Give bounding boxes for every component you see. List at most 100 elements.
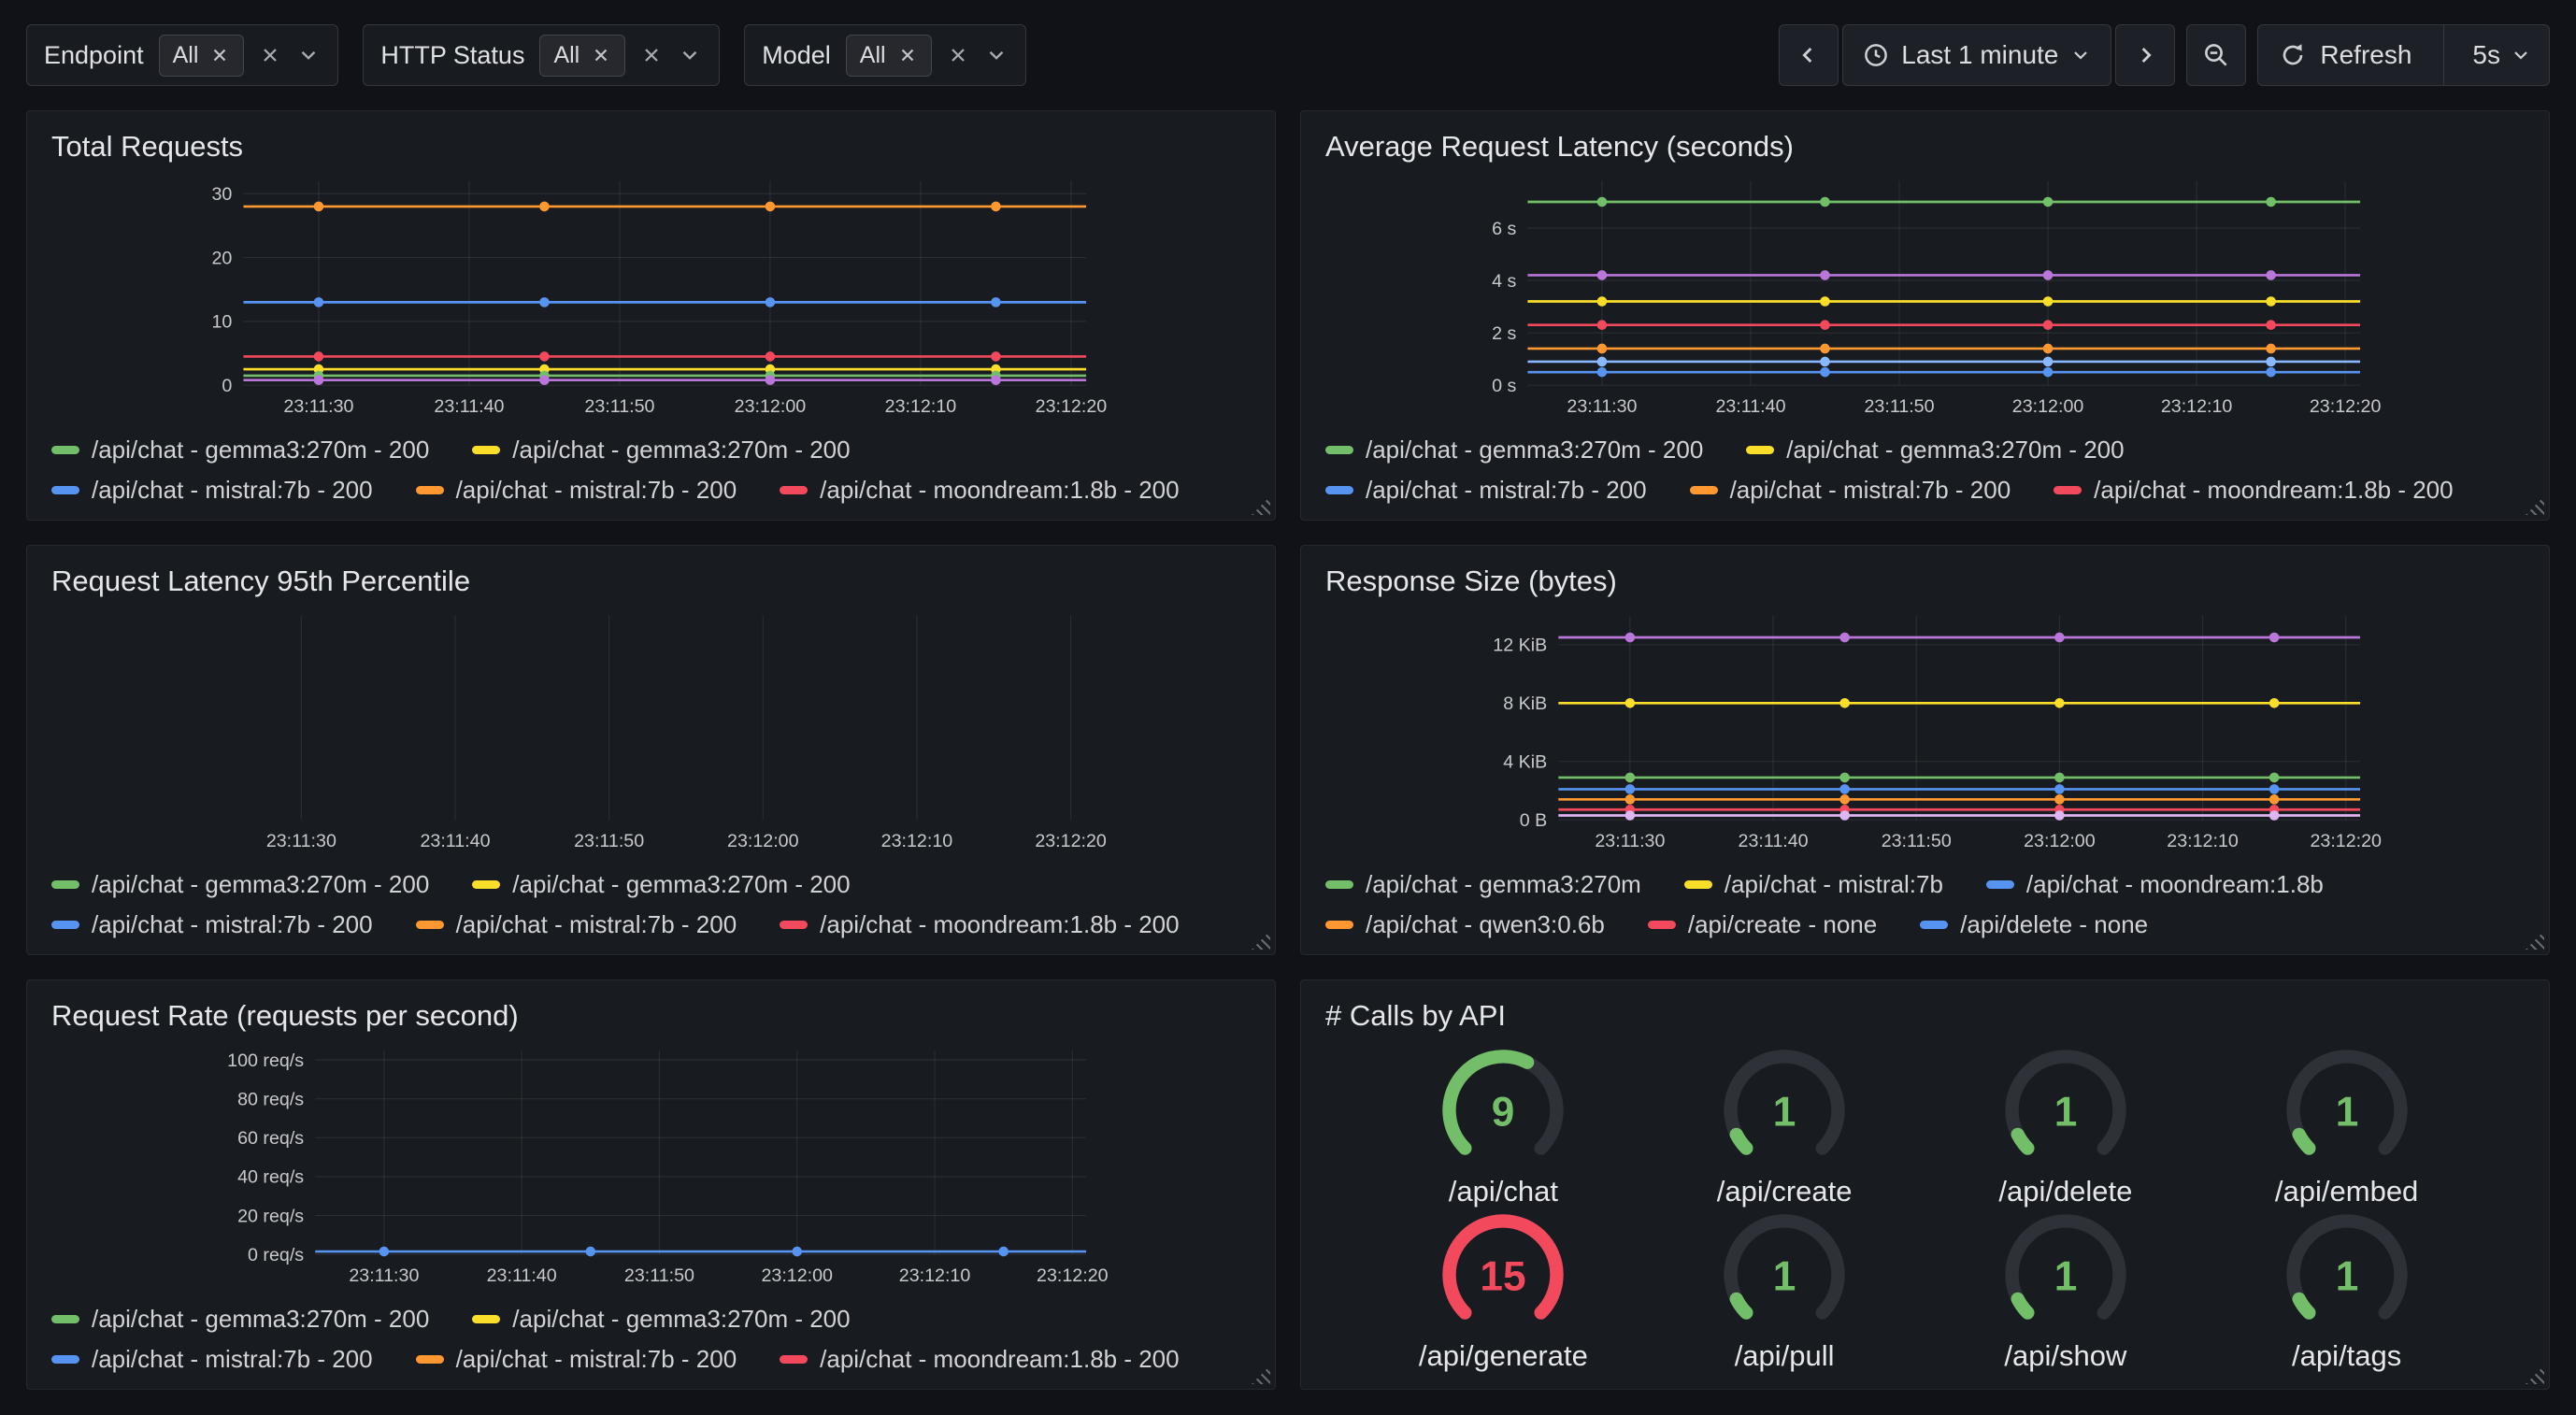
panel-resize-handle[interactable] — [2526, 496, 2544, 515]
legend-item[interactable]: /api/chat - gemma3:270m - 200 — [1325, 436, 1703, 465]
legend-item[interactable]: /api/chat - mistral:7b — [1684, 870, 1943, 899]
legend-row: /api/chat - mistral:7b - 200/api/chat - … — [51, 1345, 1251, 1374]
panel-resize-handle[interactable] — [1252, 931, 1270, 950]
legend-item[interactable]: /api/delete - none — [1920, 910, 2148, 939]
refresh-group: Refresh 5s — [2257, 24, 2550, 86]
panel-resize-handle[interactable] — [1252, 1365, 1270, 1384]
legend-item[interactable]: /api/chat - gemma3:270m - 200 — [51, 870, 429, 899]
gauge-arc: 1 — [2259, 1044, 2435, 1179]
timeseries-chart[interactable]: 23:11:3023:11:4023:11:5023:12:0023:12:10… — [51, 1040, 1251, 1290]
clock-icon — [1862, 41, 1890, 69]
series-label: /api/chat - mistral:7b - 200 — [92, 476, 373, 505]
svg-text:23:12:00: 23:12:00 — [2012, 396, 2084, 417]
time-shift-forward-button[interactable] — [2115, 24, 2175, 86]
chevron-down-icon — [2510, 44, 2532, 66]
filter-endpoint-label: Endpoint — [44, 41, 144, 70]
legend-item[interactable]: /api/chat - moondream:1.8b - 200 — [780, 476, 1179, 505]
time-range-group: Last 1 minute — [1779, 24, 2175, 86]
svg-text:23:11:40: 23:11:40 — [434, 396, 504, 417]
filter-clear-icon[interactable] — [259, 44, 281, 66]
legend-item[interactable]: /api/chat - gemma3:270m - 200 — [51, 436, 429, 465]
panel-calls-by-api: # Calls by API 9/api/chat1/api/create1/a… — [1300, 979, 2550, 1390]
series-color-swatch — [472, 1315, 500, 1323]
timeseries-chart[interactable]: 23:11:3023:11:4023:11:5023:12:0023:12:10… — [1325, 171, 2525, 421]
chevron-down-icon[interactable] — [984, 43, 1009, 67]
legend-item[interactable]: /api/chat - moondream:1.8b - 200 — [2054, 476, 2453, 505]
legend: /api/chat - gemma3:270m/api/chat - mistr… — [1325, 855, 2525, 943]
filter-clear-icon[interactable] — [947, 44, 969, 66]
panel-title[interactable]: Request Rate (requests per second) — [51, 999, 1251, 1033]
time-shift-back-button[interactable] — [1779, 24, 1839, 86]
refresh-label: Refresh — [2320, 40, 2411, 70]
chevron-down-icon[interactable] — [296, 43, 321, 67]
timeseries-chart[interactable]: 23:11:3023:11:4023:11:5023:12:0023:12:10… — [1325, 606, 2525, 855]
filter-endpoint[interactable]: Endpoint All — [26, 24, 338, 86]
filter-endpoint-value-chip[interactable]: All — [159, 35, 245, 77]
svg-text:23:11:50: 23:11:50 — [1864, 396, 1934, 417]
filter-http-status-value-chip[interactable]: All — [539, 35, 625, 77]
svg-text:23:11:30: 23:11:30 — [1595, 831, 1665, 851]
panel-resize-handle[interactable] — [2526, 931, 2544, 950]
legend-item[interactable]: /api/chat - qwen3:0.6b — [1325, 910, 1605, 939]
chip-remove-icon[interactable] — [591, 45, 611, 65]
timeseries-chart[interactable]: 23:11:3023:11:4023:11:5023:12:0023:12:10… — [51, 606, 1251, 855]
filter-model[interactable]: Model All — [744, 24, 1025, 86]
legend-item[interactable]: /api/chat - moondream:1.8b - 200 — [780, 910, 1179, 939]
legend-item[interactable]: /api/chat - gemma3:270m - 200 — [472, 1305, 850, 1334]
series-label: /api/chat - qwen3:0.6b — [1366, 910, 1605, 939]
panel-title[interactable]: # Calls by API — [1325, 999, 2525, 1033]
filter-clear-icon[interactable] — [640, 44, 663, 66]
legend-item[interactable]: /api/create - none — [1648, 910, 1877, 939]
legend-item[interactable]: /api/chat - gemma3:270m - 200 — [472, 870, 850, 899]
timeseries-chart[interactable]: 23:11:3023:11:4023:11:5023:12:0023:12:10… — [51, 171, 1251, 421]
legend-item[interactable]: /api/chat - mistral:7b - 200 — [416, 1345, 737, 1374]
svg-text:23:12:20: 23:12:20 — [2310, 396, 2382, 417]
series-color-swatch — [51, 486, 79, 494]
svg-text:23:11:30: 23:11:30 — [349, 1265, 419, 1286]
panel-title[interactable]: Request Latency 95th Percentile — [51, 565, 1251, 598]
svg-text:23:11:50: 23:11:50 — [574, 831, 644, 851]
refresh-button[interactable]: Refresh — [2258, 25, 2432, 85]
filter-http-status[interactable]: HTTP Status All — [363, 24, 720, 86]
chip-remove-icon[interactable] — [209, 45, 230, 65]
series-label: /api/create - none — [1688, 910, 1877, 939]
gauge-api-tags: 1/api/tags — [2259, 1208, 2435, 1373]
legend-item[interactable]: /api/chat - moondream:1.8b — [1986, 870, 2324, 899]
svg-text:6 s: 6 s — [1492, 219, 1516, 239]
legend-item[interactable]: /api/chat - mistral:7b - 200 — [51, 910, 373, 939]
series-label: /api/chat - mistral:7b - 200 — [456, 1345, 737, 1374]
gauge-arc: 15 — [1415, 1208, 1591, 1343]
legend-item[interactable]: /api/chat - mistral:7b - 200 — [51, 1345, 373, 1374]
legend-item[interactable]: /api/chat - gemma3:270m — [1325, 870, 1641, 899]
series-color-swatch — [51, 880, 79, 889]
panel-title[interactable]: Response Size (bytes) — [1325, 565, 2525, 598]
zoom-out-button[interactable] — [2186, 24, 2246, 86]
svg-text:23:12:10: 23:12:10 — [2167, 831, 2239, 851]
legend-item[interactable]: /api/chat - gemma3:270m - 200 — [1746, 436, 2124, 465]
legend-item[interactable]: /api/chat - mistral:7b - 200 — [416, 476, 737, 505]
legend-item[interactable]: /api/chat - mistral:7b - 200 — [1325, 476, 1647, 505]
time-range-picker[interactable]: Last 1 minute — [1842, 24, 2111, 86]
svg-text:23:11:30: 23:11:30 — [1567, 396, 1637, 417]
panel-resize-handle[interactable] — [1252, 496, 1270, 515]
refresh-interval-select[interactable]: 5s — [2455, 25, 2549, 85]
legend-item[interactable]: /api/chat - moondream:1.8b - 200 — [780, 1345, 1179, 1374]
gauge-api-chat: 9/api/chat — [1415, 1044, 1591, 1208]
svg-text:23:11:40: 23:11:40 — [487, 1265, 557, 1286]
chevron-down-icon[interactable] — [678, 43, 702, 67]
svg-text:20 req/s: 20 req/s — [237, 1206, 304, 1226]
panel-title[interactable]: Total Requests — [51, 130, 1251, 164]
series-color-swatch — [51, 1355, 79, 1364]
filter-model-value-chip[interactable]: All — [846, 35, 932, 77]
panel-title[interactable]: Average Request Latency (seconds) — [1325, 130, 2525, 164]
gauge-label: /api/embed — [2275, 1175, 2418, 1208]
series-color-swatch — [416, 921, 444, 929]
legend-item[interactable]: /api/chat - gemma3:270m - 200 — [51, 1305, 429, 1334]
svg-text:1: 1 — [1773, 1253, 1796, 1299]
legend-item[interactable]: /api/chat - mistral:7b - 200 — [416, 910, 737, 939]
chip-remove-icon[interactable] — [897, 45, 918, 65]
panel-resize-handle[interactable] — [2526, 1365, 2544, 1384]
legend-item[interactable]: /api/chat - mistral:7b - 200 — [1690, 476, 2011, 505]
legend-item[interactable]: /api/chat - mistral:7b - 200 — [51, 476, 373, 505]
legend-item[interactable]: /api/chat - gemma3:270m - 200 — [472, 436, 850, 465]
